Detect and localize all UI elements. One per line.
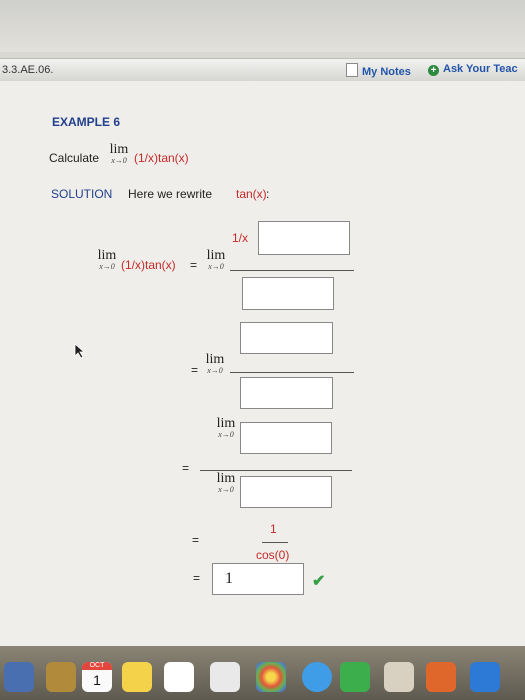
- notebook-app-icon[interactable]: [46, 662, 76, 692]
- dock: OCT 1: [0, 646, 525, 700]
- lim-subscript: x→0: [111, 156, 127, 165]
- photos-app-icon[interactable]: [256, 662, 286, 692]
- equals-sign: =: [193, 571, 201, 585]
- answer-input[interactable]: 1: [212, 563, 304, 595]
- limit-operator: lim x→0: [202, 353, 228, 375]
- limit-expression-step1: (1/x)tan(x): [121, 258, 176, 272]
- messages-app-icon[interactable]: [302, 662, 332, 692]
- equals-sign: =: [191, 363, 199, 377]
- numbers-app-icon[interactable]: [426, 662, 456, 692]
- calendar-month: OCT: [82, 662, 112, 670]
- final-numerator: 1: [270, 522, 277, 536]
- equals-sign: =: [182, 461, 190, 475]
- ask-teacher-button[interactable]: + Ask Your Teac: [428, 63, 518, 76]
- solution-function: tan(x): [236, 187, 267, 201]
- notes-icon: [346, 63, 358, 77]
- ask-teacher-label: Ask Your Teac: [443, 63, 518, 75]
- answer-box-6[interactable]: [240, 476, 332, 508]
- calculate-label: Calculate: [49, 151, 100, 165]
- keynote-app-icon[interactable]: [470, 662, 500, 692]
- mouse-cursor-icon: [74, 343, 86, 359]
- limit-operator: lim x→0: [213, 472, 239, 494]
- answer-value: 1: [225, 570, 233, 587]
- notes-app-icon[interactable]: [122, 662, 152, 692]
- fraction-bar-2: [230, 372, 354, 373]
- solution-label: SOLUTION: [51, 187, 113, 201]
- numerator-label: 1/x: [232, 231, 249, 245]
- answer-box-2[interactable]: [242, 277, 334, 310]
- lim-word: lim: [206, 248, 226, 263]
- window-top-strip: [0, 0, 525, 52]
- calendar-app-icon[interactable]: OCT 1: [82, 662, 112, 692]
- maps-app-icon[interactable]: [210, 662, 240, 692]
- lim-word: lim: [216, 471, 236, 486]
- equals-sign: =: [190, 258, 198, 272]
- calendar-day: 1: [93, 672, 101, 688]
- problem-content: EXAMPLE 6 Calculate lim x→0 (1/x)tan(x) …: [0, 81, 525, 646]
- lim-subscript: x→0: [218, 485, 234, 494]
- lim-word: lim: [109, 142, 129, 157]
- lim-subscript: x→0: [99, 262, 115, 271]
- lim-word: lim: [97, 248, 117, 263]
- limit-operator: lim x→0: [213, 417, 239, 439]
- answer-box-1[interactable]: [258, 221, 350, 255]
- limit-operator: lim x→0: [106, 143, 132, 165]
- problem-header: 3.3.AE.06. My Notes + Ask Your Teac: [0, 58, 525, 82]
- lim-subscript: x→0: [208, 262, 224, 271]
- fraction-bar-4: [262, 542, 288, 543]
- answer-box-3[interactable]: [240, 322, 333, 354]
- lim-subscript: x→0: [218, 430, 234, 439]
- pages-app-icon[interactable]: [384, 662, 414, 692]
- solution-text: Here we rewrite: [128, 187, 213, 201]
- preview-app-icon[interactable]: [4, 662, 34, 692]
- facetime-app-icon[interactable]: [340, 662, 370, 692]
- answer-box-5[interactable]: [240, 422, 332, 454]
- solution-colon: :: [266, 187, 270, 201]
- limit-expression: (1/x)tan(x): [134, 151, 189, 165]
- lim-subscript: x→0: [207, 366, 223, 375]
- equals-sign: =: [192, 533, 200, 547]
- lim-word: lim: [216, 416, 236, 431]
- limit-operator-right: lim x→0: [203, 249, 229, 271]
- limit-operator-left: lim x→0: [94, 249, 120, 271]
- my-notes-button[interactable]: My Notes: [346, 63, 411, 78]
- plus-icon: +: [428, 65, 439, 76]
- correct-check-icon: ✔: [312, 573, 326, 590]
- reminders-app-icon[interactable]: [164, 662, 194, 692]
- lim-word: lim: [205, 352, 225, 367]
- problem-id: 3.3.AE.06.: [2, 64, 54, 76]
- answer-box-4[interactable]: [240, 377, 333, 409]
- my-notes-label: My Notes: [362, 66, 411, 78]
- example-title: EXAMPLE 6: [52, 115, 121, 129]
- final-denominator: cos(0): [256, 548, 290, 562]
- fraction-bar-1: [230, 270, 354, 271]
